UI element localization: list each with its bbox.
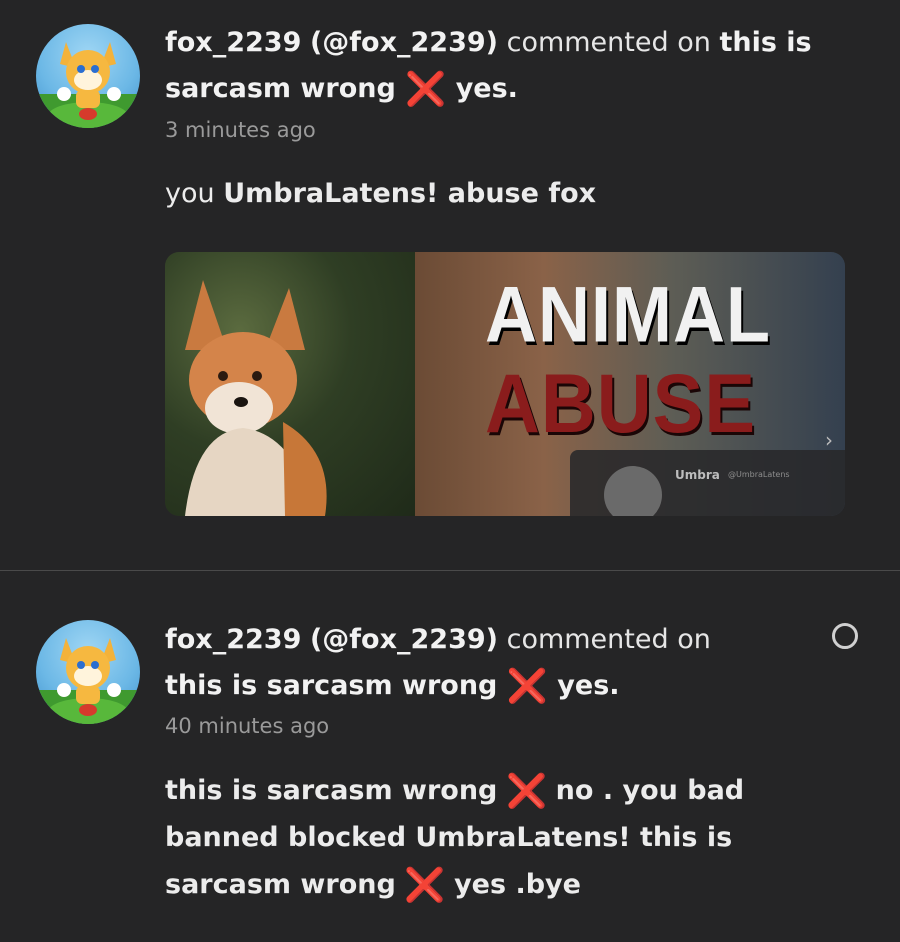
embedded-avatar bbox=[604, 466, 662, 516]
avatar[interactable] bbox=[36, 620, 140, 724]
embedded-name: Umbra bbox=[675, 468, 720, 482]
unread-dot-icon[interactable] bbox=[832, 623, 858, 649]
cross-mark-icon: ❌ bbox=[506, 666, 548, 705]
cross-mark-icon: ❌ bbox=[405, 69, 447, 108]
post-title[interactable]: this is sarcasm wrong ❌ yes. bbox=[165, 669, 620, 702]
avatar[interactable] bbox=[36, 24, 140, 128]
notification-header[interactable]: fox_2239 (@fox_2239) commented on this i… bbox=[165, 617, 830, 709]
chevron-right-icon[interactable]: › bbox=[825, 428, 833, 452]
notification-header[interactable]: fox_2239 (@fox_2239) commented on this i… bbox=[165, 20, 830, 112]
username[interactable]: fox_2239 bbox=[165, 624, 301, 655]
attached-image[interactable]: ANIMAL ABUSE Umbra @UmbraLatens › bbox=[165, 252, 845, 516]
headline-animal: ANIMAL bbox=[485, 271, 771, 360]
cross-mark-icon: ❌ bbox=[404, 865, 446, 904]
timestamp: 3 minutes ago bbox=[165, 118, 316, 142]
embedded-profile-card: Umbra @UmbraLatens bbox=[570, 450, 845, 516]
tails-avatar-icon bbox=[36, 638, 140, 724]
comment-text: this is sarcasm wrong ❌ no . you bad ban… bbox=[165, 771, 745, 904]
cross-mark-icon: ❌ bbox=[505, 771, 548, 810]
headline-abuse: ABUSE bbox=[485, 357, 757, 451]
username[interactable]: fox_2239 bbox=[165, 27, 301, 58]
timestamp: 40 minutes ago bbox=[165, 714, 330, 738]
comment-text: you UmbraLatens! abuse fox bbox=[165, 178, 597, 209]
embedded-handle: @UmbraLatens bbox=[728, 470, 790, 479]
user-handle[interactable]: (@fox_2239) bbox=[310, 27, 498, 58]
fox-photo bbox=[165, 252, 415, 516]
tails-avatar-icon bbox=[36, 42, 140, 128]
notification-item[interactable]: fox_2239 (@fox_2239) commented on this i… bbox=[0, 571, 900, 942]
animal-abuse-banner: ANIMAL ABUSE Umbra @UmbraLatens › bbox=[415, 252, 845, 516]
action-text: commented on bbox=[506, 624, 711, 655]
mention[interactable]: UmbraLatens! bbox=[223, 178, 438, 209]
action-text: commented on bbox=[506, 27, 711, 58]
notification-item[interactable]: fox_2239 (@fox_2239) commented on this i… bbox=[0, 0, 900, 570]
user-handle[interactable]: (@fox_2239) bbox=[310, 624, 498, 655]
